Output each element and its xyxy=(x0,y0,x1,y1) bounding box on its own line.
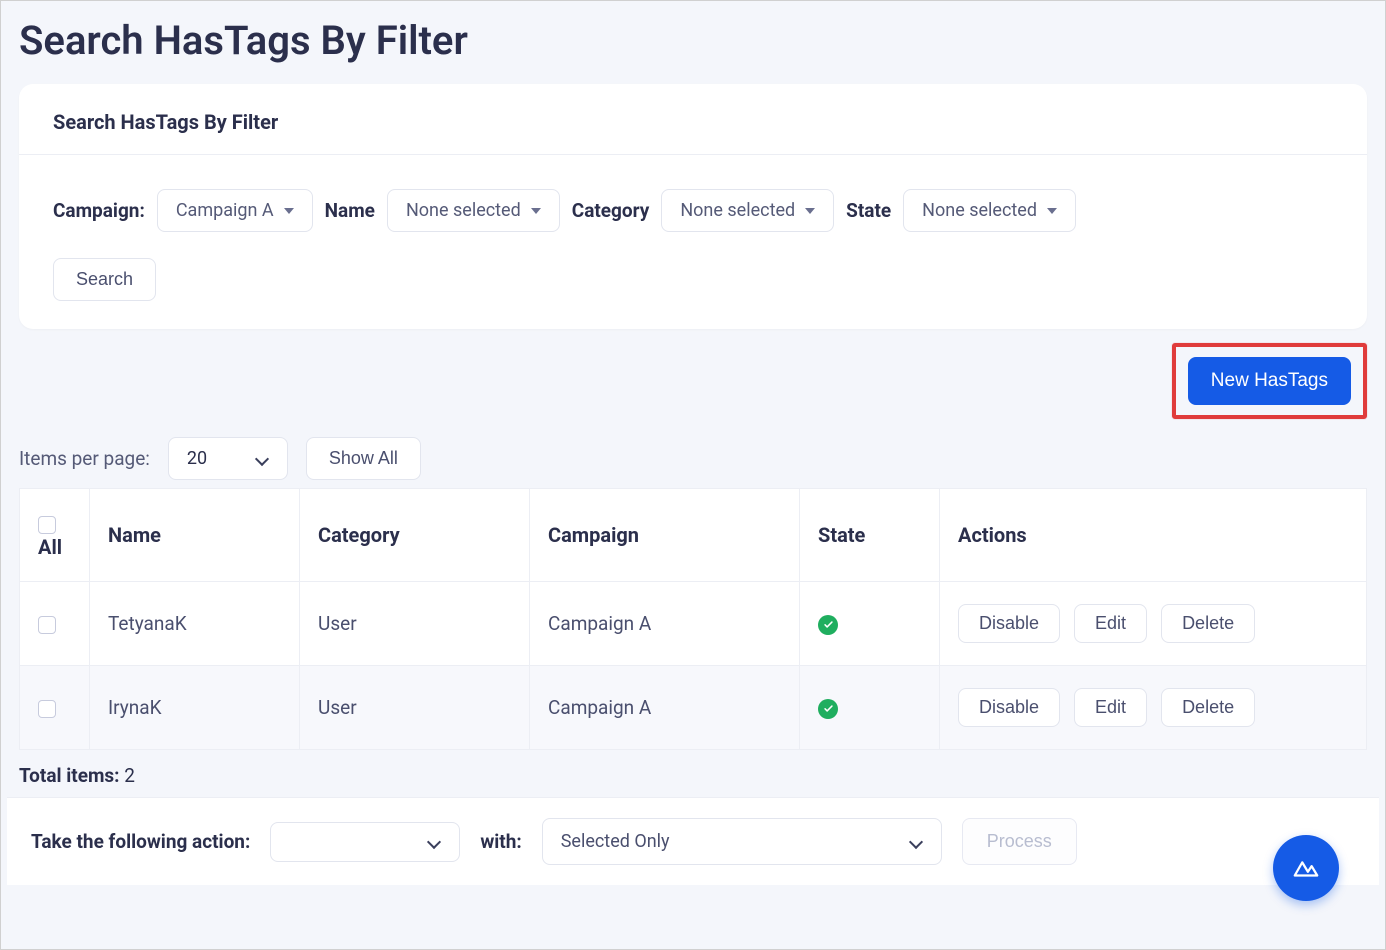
bulk-scope-value: Selected Only xyxy=(561,831,670,852)
col-actions: Actions xyxy=(940,489,1366,582)
bulk-with-label: with: xyxy=(480,830,521,853)
bulk-scope-select[interactable]: Selected Only xyxy=(542,818,942,865)
campaign-dropdown-value: Campaign A xyxy=(176,200,274,221)
bulk-action-label: Take the following action: xyxy=(31,830,250,853)
bulk-action-select[interactable] xyxy=(270,822,460,862)
items-per-page-select[interactable]: 20 xyxy=(168,437,288,480)
category-dropdown[interactable]: None selected xyxy=(661,189,834,232)
name-dropdown[interactable]: None selected xyxy=(387,189,560,232)
chevron-down-icon xyxy=(427,835,441,849)
col-state: State xyxy=(800,489,940,582)
cell-name: TetyanaK xyxy=(90,582,300,666)
hastags-table: All Name Category Campaign State Actions… xyxy=(19,488,1367,750)
disable-button[interactable]: Disable xyxy=(958,688,1060,727)
col-all: All xyxy=(20,489,90,582)
page-title: Search HasTags By Filter xyxy=(19,17,1379,64)
items-per-page-value: 20 xyxy=(187,448,207,469)
state-dropdown[interactable]: None selected xyxy=(903,189,1076,232)
filter-card-heading: Search HasTags By Filter xyxy=(53,110,1333,134)
edit-button[interactable]: Edit xyxy=(1074,688,1147,727)
campaign-dropdown[interactable]: Campaign A xyxy=(157,189,313,232)
cell-actions: Disable Edit Delete xyxy=(940,582,1366,666)
col-name: Name xyxy=(90,489,300,582)
process-button[interactable]: Process xyxy=(962,818,1077,865)
state-active-icon xyxy=(818,615,838,635)
select-all-checkbox[interactable] xyxy=(38,516,56,534)
new-hastags-button[interactable]: New HasTags xyxy=(1188,357,1351,405)
total-items: Total items: 2 xyxy=(19,764,1367,787)
chevron-down-icon xyxy=(909,835,923,849)
bulk-action-bar: Take the following action: with: Selecte… xyxy=(7,797,1379,885)
cell-campaign: Campaign A xyxy=(530,582,800,666)
cell-category: User xyxy=(300,666,530,749)
total-items-value: 2 xyxy=(124,764,135,787)
delete-button[interactable]: Delete xyxy=(1161,688,1255,727)
state-dropdown-value: None selected xyxy=(922,200,1037,221)
highlight-frame: New HasTags xyxy=(1172,343,1367,419)
new-button-wrap: New HasTags xyxy=(19,343,1367,419)
floating-action-button[interactable] xyxy=(1273,835,1339,901)
col-all-label: All xyxy=(38,535,62,559)
name-dropdown-value: None selected xyxy=(406,200,521,221)
cell-campaign: Campaign A xyxy=(530,666,800,749)
total-items-label: Total items: xyxy=(19,764,120,787)
caret-down-icon xyxy=(1047,208,1057,214)
items-per-page-label: Items per page: xyxy=(19,447,150,470)
caret-down-icon xyxy=(531,208,541,214)
caret-down-icon xyxy=(284,208,294,214)
cell-state xyxy=(800,582,940,666)
table-header-row: All Name Category Campaign State Actions xyxy=(20,489,1366,582)
category-label: Category xyxy=(572,199,650,222)
filter-row: Campaign: Campaign A Name None selected … xyxy=(53,189,1333,232)
row-checkbox[interactable] xyxy=(38,616,56,634)
filter-card: Search HasTags By Filter Campaign: Campa… xyxy=(19,84,1367,329)
cell-actions: Disable Edit Delete xyxy=(940,666,1366,749)
campaign-label: Campaign: xyxy=(53,199,145,222)
table-row: IrynaK User Campaign A Disable Edit Dele… xyxy=(20,666,1366,749)
mountains-icon xyxy=(1291,853,1321,883)
state-active-icon xyxy=(818,699,838,719)
row-checkbox[interactable] xyxy=(38,700,56,718)
edit-button[interactable]: Edit xyxy=(1074,604,1147,643)
table-row: TetyanaK User Campaign A Disable Edit De… xyxy=(20,582,1366,666)
filter-card-header: Search HasTags By Filter xyxy=(19,84,1367,155)
col-category: Category xyxy=(300,489,530,582)
cell-state xyxy=(800,666,940,749)
category-dropdown-value: None selected xyxy=(680,200,795,221)
filter-card-body: Campaign: Campaign A Name None selected … xyxy=(19,155,1367,329)
state-label: State xyxy=(846,199,891,222)
delete-button[interactable]: Delete xyxy=(1161,604,1255,643)
cell-category: User xyxy=(300,582,530,666)
search-button[interactable]: Search xyxy=(53,258,156,301)
disable-button[interactable]: Disable xyxy=(958,604,1060,643)
cell-name: IrynaK xyxy=(90,666,300,749)
name-label: Name xyxy=(325,199,375,222)
show-all-button[interactable]: Show All xyxy=(306,437,421,480)
col-campaign: Campaign xyxy=(530,489,800,582)
chevron-down-icon xyxy=(255,452,269,466)
list-controls: Items per page: 20 Show All xyxy=(19,437,1367,480)
caret-down-icon xyxy=(805,208,815,214)
